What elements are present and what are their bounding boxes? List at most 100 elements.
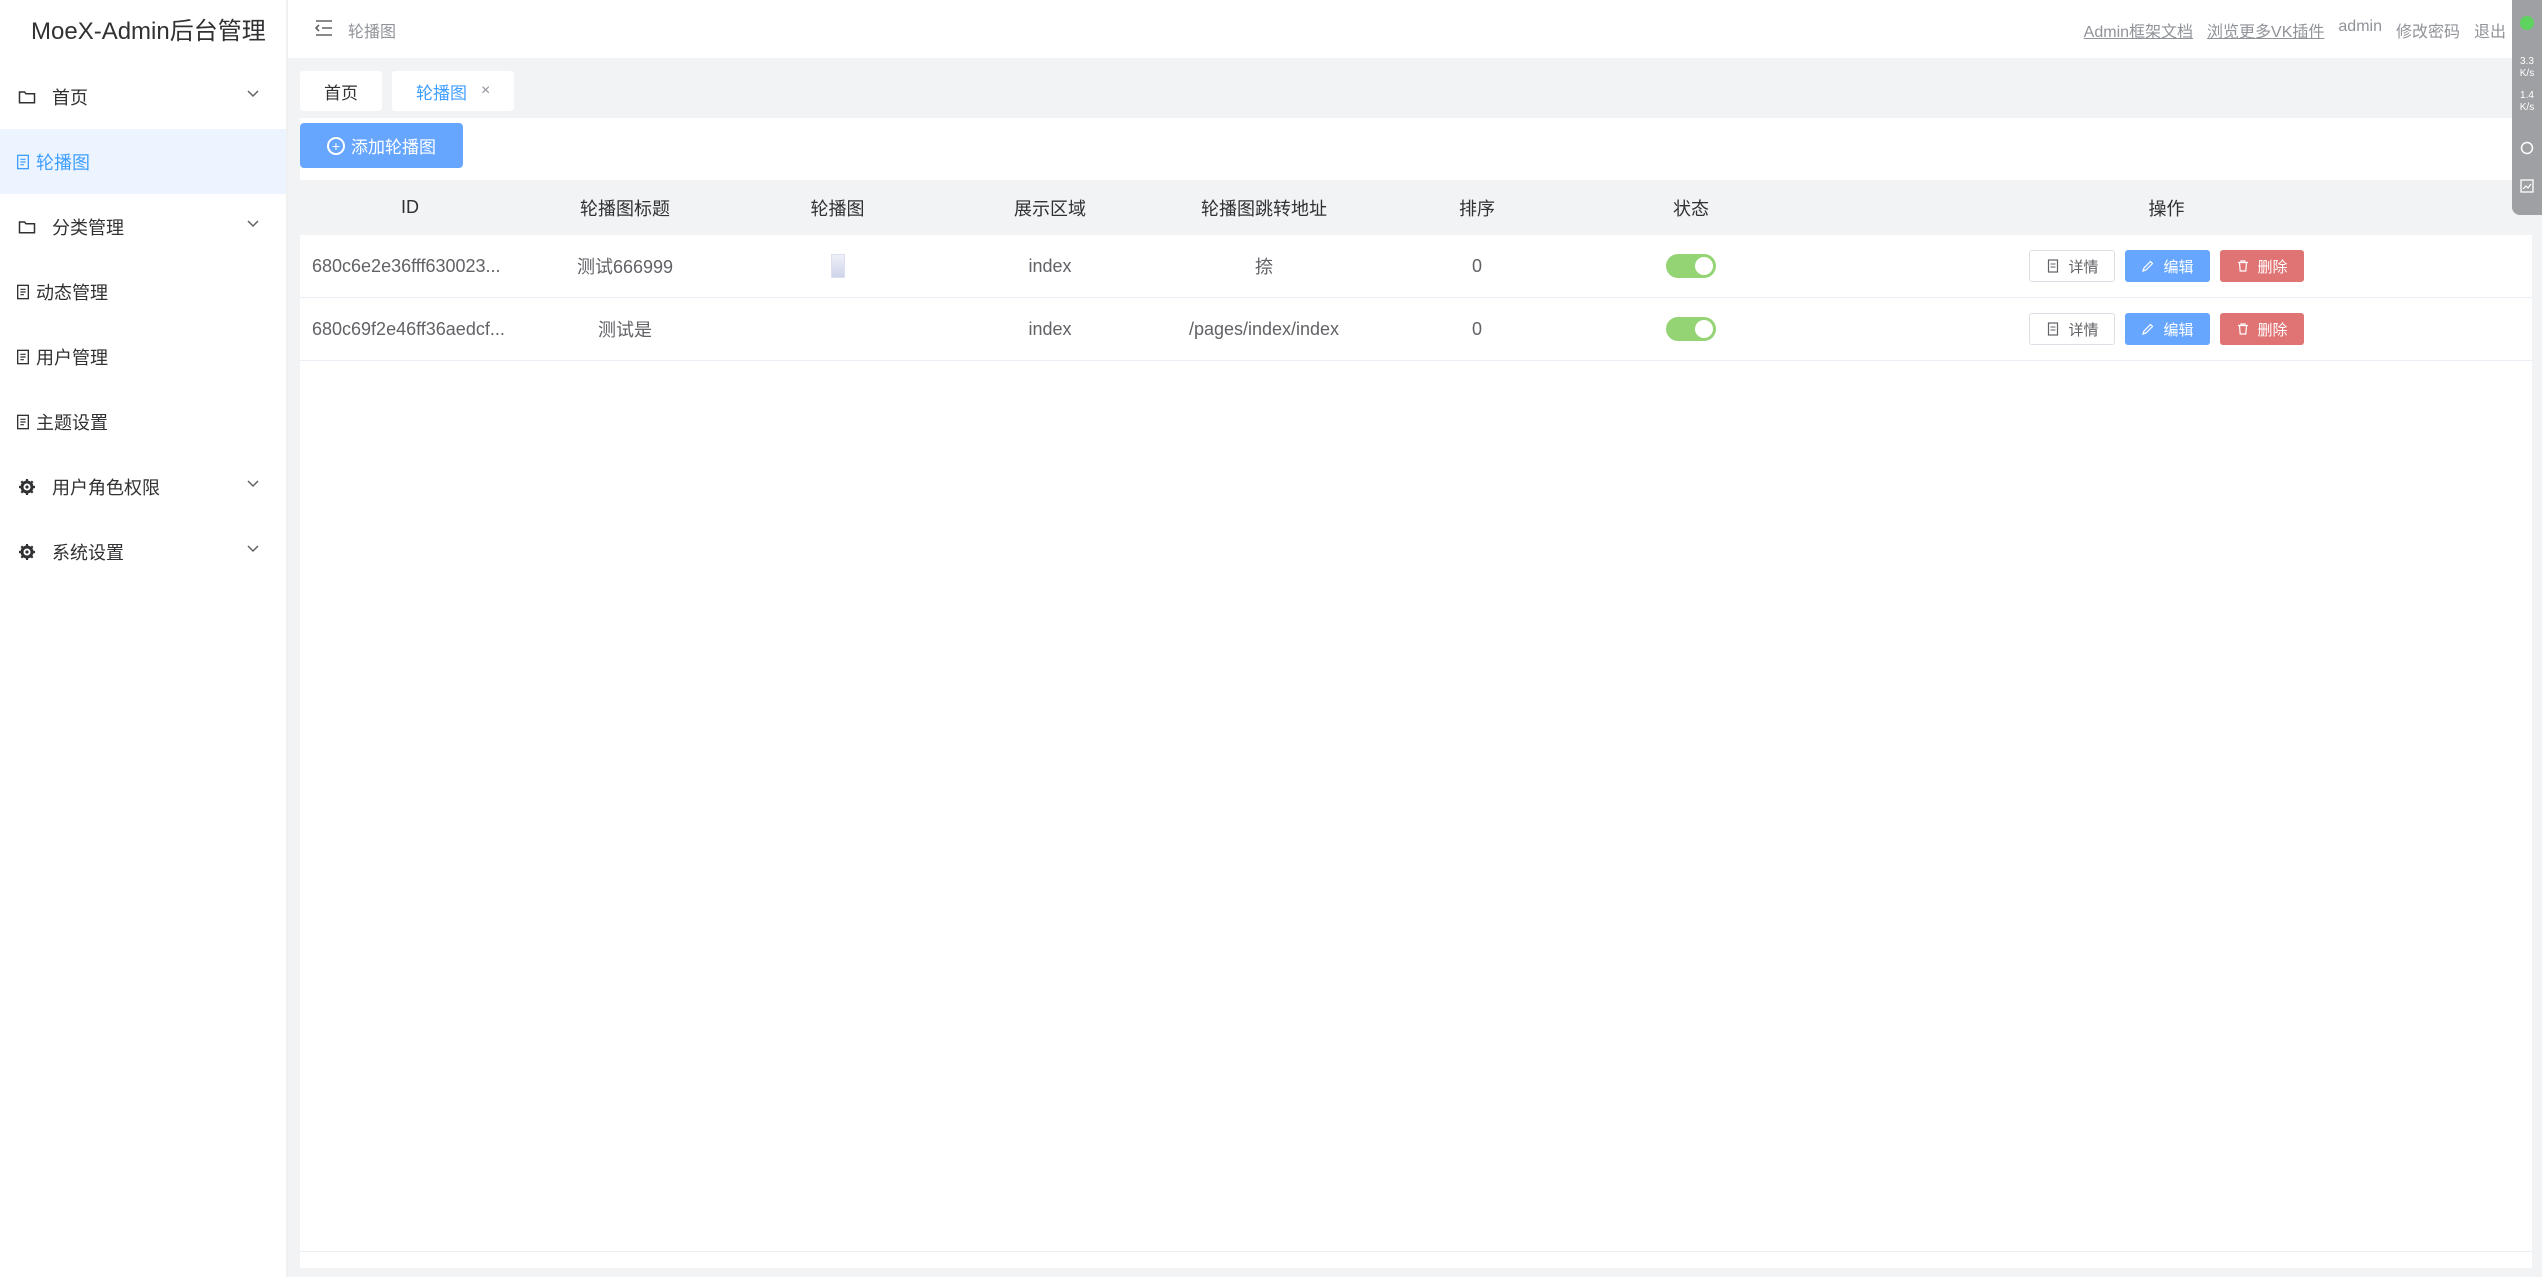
detail-button[interactable]: 详情 bbox=[2029, 250, 2116, 282]
menu-fold-icon[interactable] bbox=[313, 17, 335, 39]
download-unit: K/s bbox=[2519, 102, 2535, 113]
column-header: ID bbox=[401, 197, 419, 217]
cell-area: index bbox=[1028, 318, 1072, 339]
horizontal-scrollbar[interactable] bbox=[300, 1251, 2532, 1252]
cell-actions: 详情 编辑 删除 bbox=[1801, 250, 2532, 282]
cell-sort: 0 bbox=[1471, 255, 1482, 276]
edit-icon bbox=[2142, 260, 2154, 272]
sidebar-item-posts[interactable]: 动态管理 bbox=[0, 259, 286, 324]
status-toggle[interactable] bbox=[1666, 317, 1716, 341]
folder-icon bbox=[18, 218, 36, 236]
header-links: Admin框架文档 浏览更多VK插件 admin 修改密码 退出 bbox=[2084, 18, 2506, 42]
user-name[interactable]: admin bbox=[2338, 18, 2382, 42]
cell-title: 测试666999 bbox=[576, 257, 674, 277]
chart-icon[interactable] bbox=[2519, 178, 2535, 194]
delete-button[interactable]: 删除 bbox=[2219, 313, 2304, 345]
detail-label: 详情 bbox=[2068, 321, 2099, 339]
content-panel: + 添加轮播图 ID 轮播图标题 轮播图 展示区域 轮播图跳转地址 排序 状态 … bbox=[300, 118, 2532, 1268]
sidebar-item-label: 用户角色权限 bbox=[52, 477, 160, 498]
tab-home[interactable]: 首页 bbox=[300, 71, 382, 111]
folder-icon bbox=[18, 88, 36, 106]
sidebar-item-label: 分类管理 bbox=[52, 217, 124, 238]
cell-url: /pages/index/index bbox=[1188, 318, 1340, 339]
column-header: 排序 bbox=[1459, 198, 1495, 219]
sidebar-item-home[interactable]: 首页 bbox=[0, 64, 286, 129]
column-header: 状态 bbox=[1673, 198, 1709, 219]
cell-id: 680c6e2e36fff630023... bbox=[312, 255, 501, 276]
status-dot-icon bbox=[2520, 16, 2534, 30]
plus-circle-icon: + bbox=[327, 136, 345, 155]
delete-button[interactable]: 删除 bbox=[2219, 250, 2304, 282]
cell-id: 680c69f2e46ff36aedcf... bbox=[312, 318, 505, 339]
document-icon bbox=[14, 153, 32, 171]
main-area: 首页 轮播图 × + 添加轮播图 ID 轮播图标题 轮播图 展示区域 轮播图跳转… bbox=[288, 58, 2542, 1277]
network-speed-widget[interactable]: 3.3 K/s 1.4 K/s bbox=[2512, 0, 2542, 215]
tab-banner[interactable]: 轮播图 × bbox=[392, 71, 515, 111]
delete-label: 删除 bbox=[2257, 321, 2288, 339]
edit-icon bbox=[2142, 323, 2154, 335]
table-row: 680c69f2e46ff36aedcf... 测试是 index /pages… bbox=[300, 298, 2532, 361]
sidebar-item-label: 系统设置 bbox=[52, 542, 124, 563]
cell-url: 捺 bbox=[1255, 257, 1273, 277]
edit-label: 编辑 bbox=[2163, 321, 2194, 339]
detail-button[interactable]: 详情 bbox=[2029, 313, 2116, 345]
cell-image bbox=[730, 254, 945, 278]
sidebar-item-label: 轮播图 bbox=[36, 152, 90, 173]
document-icon bbox=[2048, 259, 2059, 273]
table-row: 680c6e2e36fff630023... 测试666999 index 捺 … bbox=[300, 235, 2532, 298]
sidebar-item-label: 用户管理 bbox=[36, 347, 108, 368]
document-icon bbox=[14, 348, 32, 366]
sidebar-item-category[interactable]: 分类管理 bbox=[0, 194, 286, 259]
logout-link[interactable]: 退出 bbox=[2474, 18, 2506, 42]
column-header: 轮播图 bbox=[810, 198, 865, 219]
gear-icon bbox=[18, 543, 36, 561]
plugins-link[interactable]: 浏览更多VK插件 bbox=[2207, 18, 2324, 42]
refresh-icon[interactable] bbox=[2519, 140, 2535, 156]
cell-area: index bbox=[1028, 255, 1072, 276]
close-icon[interactable]: × bbox=[481, 82, 490, 100]
tab-label: 轮播图 bbox=[416, 83, 467, 103]
edit-button[interactable]: 编辑 bbox=[2125, 250, 2210, 282]
edit-label: 编辑 bbox=[2163, 258, 2194, 276]
detail-label: 详情 bbox=[2068, 258, 2099, 276]
chevron-down-icon bbox=[247, 545, 259, 553]
column-header: 轮播图跳转地址 bbox=[1201, 198, 1327, 219]
sidebar-item-system[interactable]: 系统设置 bbox=[0, 519, 286, 584]
cell-sort: 0 bbox=[1471, 318, 1482, 339]
document-icon bbox=[2048, 322, 2059, 336]
top-header: 轮播图 Admin框架文档 浏览更多VK插件 admin 修改密码 退出 bbox=[288, 0, 2542, 58]
upload-speed: 3.3 bbox=[2520, 56, 2534, 67]
chevron-down-icon bbox=[247, 90, 259, 98]
chevron-down-icon bbox=[247, 480, 259, 488]
docs-link[interactable]: Admin框架文档 bbox=[2084, 18, 2193, 42]
delete-label: 删除 bbox=[2257, 258, 2288, 276]
edit-button[interactable]: 编辑 bbox=[2125, 313, 2210, 345]
column-header: 轮播图标题 bbox=[580, 198, 670, 219]
cell-status bbox=[1581, 254, 1801, 278]
add-banner-button[interactable]: + 添加轮播图 bbox=[300, 123, 463, 168]
trash-icon bbox=[2237, 323, 2248, 335]
add-banner-label: 添加轮播图 bbox=[351, 138, 436, 157]
sidebar-item-label: 首页 bbox=[52, 87, 88, 108]
sidebar-item-roles[interactable]: 用户角色权限 bbox=[0, 454, 286, 519]
change-password-link[interactable]: 修改密码 bbox=[2396, 18, 2460, 42]
column-header: 展示区域 bbox=[1014, 198, 1086, 219]
status-toggle[interactable] bbox=[1666, 254, 1716, 278]
cell-actions: 详情 编辑 删除 bbox=[1801, 313, 2532, 345]
sidebar-item-banner[interactable]: 轮播图 bbox=[0, 129, 286, 194]
breadcrumb: 轮播图 bbox=[348, 24, 397, 41]
cell-status bbox=[1581, 317, 1801, 341]
sidebar-item-users[interactable]: 用户管理 bbox=[0, 324, 286, 389]
sidebar-item-label: 主题设置 bbox=[36, 412, 108, 433]
table-header: ID 轮播图标题 轮播图 展示区域 轮播图跳转地址 排序 状态 操作 bbox=[300, 180, 2532, 235]
document-icon bbox=[14, 283, 32, 301]
download-speed: 1.4 bbox=[2520, 90, 2534, 101]
column-header: 操作 bbox=[2148, 198, 2185, 219]
sidebar-item-label: 动态管理 bbox=[36, 282, 108, 303]
banner-table: ID 轮播图标题 轮播图 展示区域 轮播图跳转地址 排序 状态 操作 680c6… bbox=[300, 180, 2532, 361]
sidebar-item-theme[interactable]: 主题设置 bbox=[0, 389, 286, 454]
tab-label: 首页 bbox=[324, 83, 358, 103]
document-icon bbox=[14, 413, 32, 431]
banner-thumbnail[interactable] bbox=[830, 254, 845, 278]
trash-icon bbox=[2237, 260, 2248, 272]
